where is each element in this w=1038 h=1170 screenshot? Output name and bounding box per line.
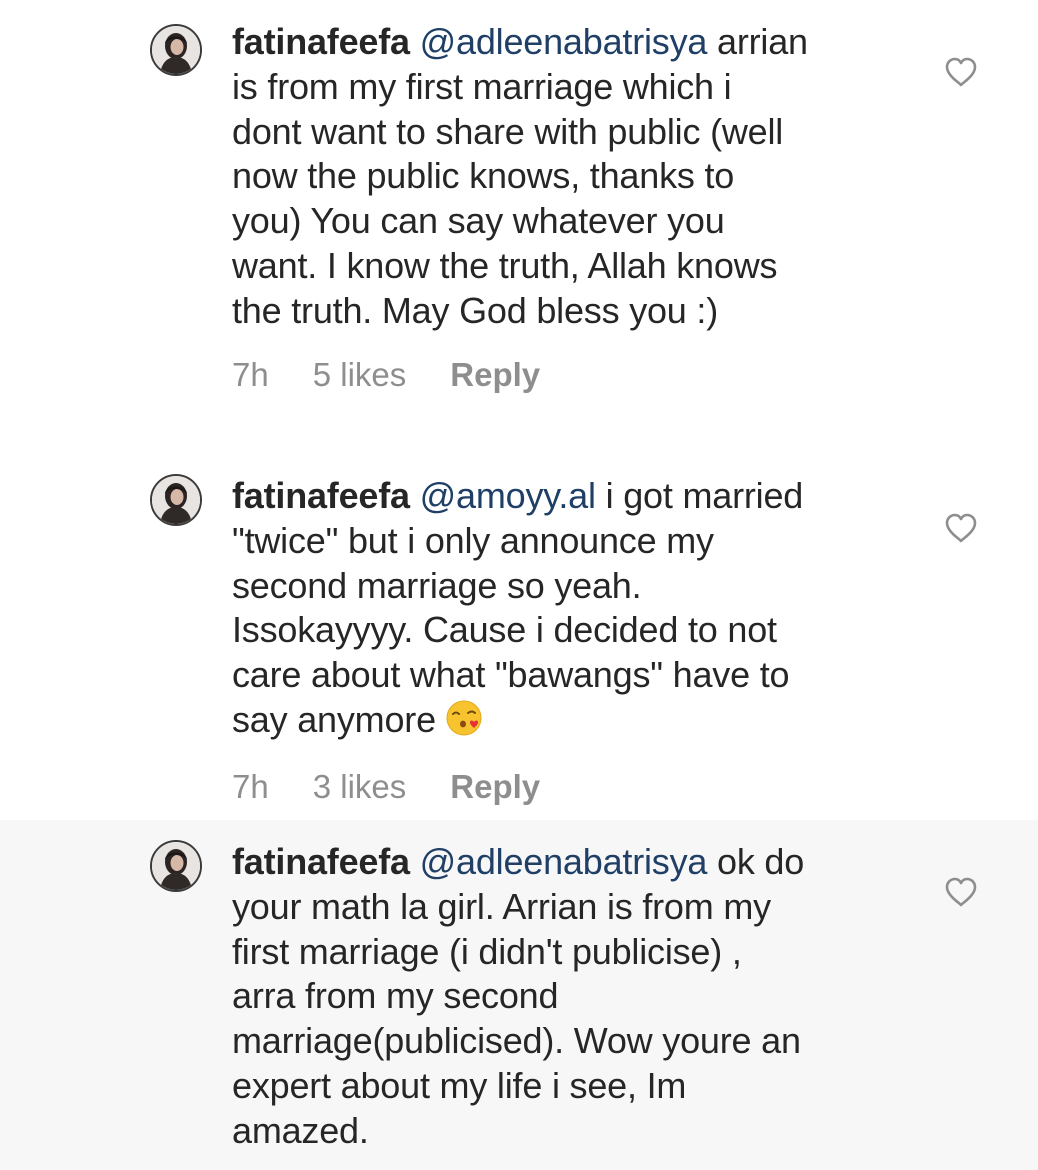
avatar-image <box>152 476 200 524</box>
comment-time: 7h <box>232 768 269 805</box>
comment-line: expert about my life i see, Im <box>232 1064 687 1106</box>
comment-text: fatinafeefa @amoyy.al i got married "twi… <box>232 474 922 743</box>
user-avatar[interactable] <box>150 24 202 76</box>
comment-line: you) You can say whatever you <box>232 200 725 242</box>
comment-line: the truth. May God bless you :) <box>232 289 719 331</box>
comment-first-line: fatinafeefa @adleenabatrisya arrian <box>232 20 922 65</box>
comment-time: 7h <box>232 356 269 393</box>
avatar-image <box>152 26 200 74</box>
comment-likes[interactable]: 5 likes <box>313 356 407 393</box>
comment-line: second marriage so yeah. <box>232 564 642 606</box>
comment-item: fatinafeefa @amoyy.al i got married "twi… <box>0 440 1038 820</box>
comment-line: say anymore <box>232 698 436 740</box>
comment-mention[interactable]: @adleenabatrisya <box>420 841 708 882</box>
comment-text: fatinafeefa @adleenabatrisya ok do your … <box>232 840 922 1154</box>
comment-line: ok do <box>707 841 805 882</box>
comment-item-highlighted: fatinafeefa @adleenabatrisya ok do your … <box>0 820 1038 1170</box>
comment-meta: 7h 3 likes Reply <box>232 768 584 806</box>
comment-first-line: fatinafeefa @amoyy.al i got married <box>232 474 922 519</box>
reply-button[interactable]: Reply <box>450 768 540 805</box>
comment-likes[interactable]: 3 likes <box>313 768 407 805</box>
comment-line: i got married <box>595 475 804 516</box>
reply-button[interactable]: Reply <box>450 356 540 393</box>
face-blowing-kiss-emoji <box>446 700 482 736</box>
comment-line: "twice" but i only announce my <box>232 519 714 561</box>
comment-item: fatinafeefa @adleenabatrisya arrian is f… <box>0 0 1038 440</box>
user-avatar[interactable] <box>150 840 202 892</box>
avatar-image <box>152 842 200 890</box>
user-avatar[interactable] <box>150 474 202 526</box>
comment-line: arra from my second <box>232 975 559 1017</box>
comment-username[interactable]: fatinafeefa <box>232 21 410 62</box>
comment-mention[interactable]: @adleenabatrisya <box>420 21 708 62</box>
heart-outline-icon[interactable] <box>944 512 978 544</box>
comment-mention[interactable]: @amoyy.al <box>420 475 596 516</box>
heart-outline-icon[interactable] <box>944 876 978 908</box>
comment-meta: 7h 5 likes Reply <box>232 356 584 394</box>
comment-line: Issokayyyy. Cause i decided to not <box>232 609 777 651</box>
comment-username[interactable]: fatinafeefa <box>232 841 410 882</box>
heart-outline-icon[interactable] <box>944 56 978 88</box>
comment-username[interactable]: fatinafeefa <box>232 475 410 516</box>
comment-line: want. I know the truth, Allah knows <box>232 244 778 286</box>
comment-text: fatinafeefa @adleenabatrisya arrian is f… <box>232 20 922 334</box>
comment-line: your math la girl. Arrian is from my <box>232 885 771 927</box>
comment-line: first marriage (i didn't publicise) , <box>232 930 742 972</box>
comment-last-line: say anymore <box>232 698 922 743</box>
comment-line: marriage(publicised). Wow youre an <box>232 1020 801 1062</box>
comment-first-line: fatinafeefa @adleenabatrisya ok do <box>232 840 922 885</box>
comment-line: dont want to share with public (well <box>232 110 784 152</box>
comment-line: is from my first marriage which i <box>232 65 732 107</box>
comment-line: amazed. <box>232 1109 369 1151</box>
comment-line: now the public knows, thanks to <box>232 155 735 197</box>
comment-line: care about what "bawangs" have to <box>232 654 790 696</box>
comment-line: arrian <box>707 21 808 62</box>
